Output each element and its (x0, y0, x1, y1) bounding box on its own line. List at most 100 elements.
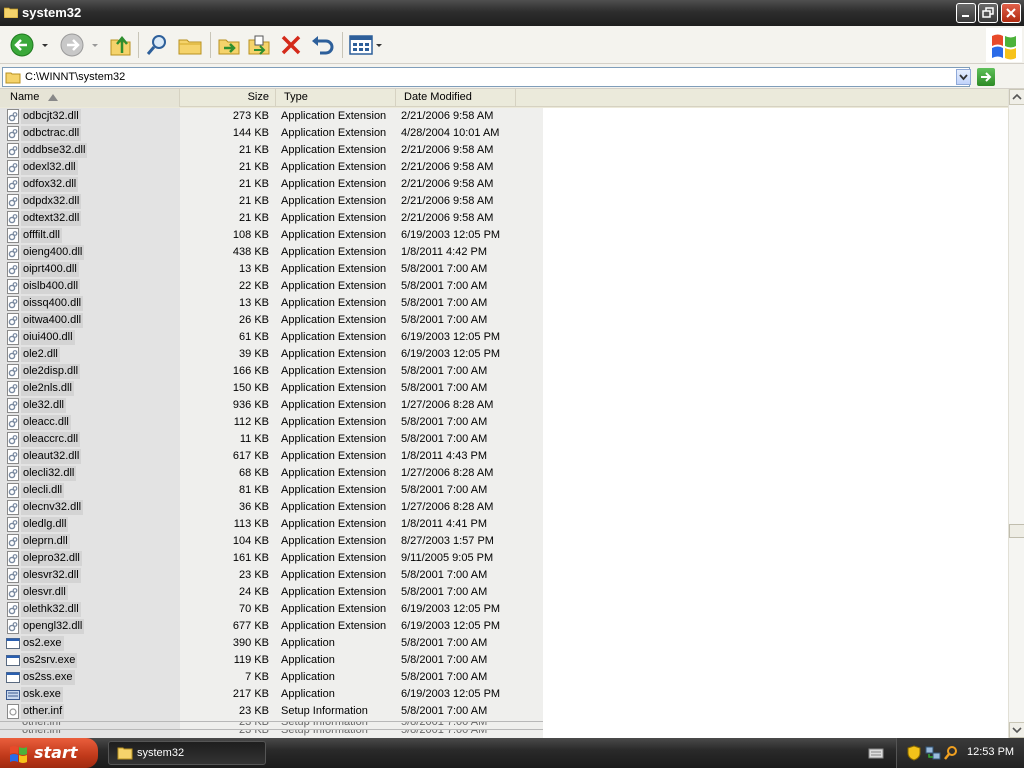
file-row[interactable]: odexl32.dll 21 KB Application Extension 2/2… (0, 159, 543, 176)
file-size: 24 KB (239, 586, 269, 598)
address-input[interactable]: C:\WINNT\system32 (2, 67, 971, 87)
file-row[interactable]: oleacc.dll 112 KB Application Extension 5/8… (0, 414, 543, 431)
file-row[interactable]: odpdx32.dll 21 KB Application Extension 2/2… (0, 193, 543, 210)
file-row[interactable]: odbctrac.dll 144 KB Application Extension 4… (0, 125, 543, 142)
file-row[interactable]: os2.exe 390 KB Application 5/8/2001 7:00 AM (0, 635, 543, 652)
file-row[interactable]: olecli.dll 81 KB Application Extension 5/8/… (0, 482, 543, 499)
restore-button[interactable] (978, 3, 998, 23)
file-row[interactable]: oieng400.dll 438 KB Application Extension 1… (0, 244, 543, 261)
file-type: Setup Information (281, 705, 368, 717)
delete-button[interactable] (278, 31, 304, 59)
file-row[interactable]: olecnv32.dll 36 KB Application Extension 1/… (0, 499, 543, 516)
back-button[interactable] (8, 31, 50, 59)
file-date: 5/8/2001 7:00 AM (401, 280, 488, 292)
file-row[interactable]: offfilt.dll 108 KB Application Extension 6/… (0, 227, 543, 244)
chevron-up-icon (1012, 93, 1022, 100)
file-row[interactable]: os2ss.exe 7 KB Application 5/8/2001 7:00 AM (0, 669, 543, 686)
network-icon[interactable] (925, 745, 941, 761)
scroll-down-button[interactable] (1009, 722, 1024, 738)
file-list[interactable]: odbcjt32.dll 273 KB Application Extension 2… (0, 108, 1008, 738)
partial-file-row[interactable]: other.inf 23 KB Setup Information 5/8/2001 … (0, 730, 543, 738)
file-date: 1/8/2011 4:41 PM (401, 518, 488, 530)
windows-flag-icon (10, 746, 27, 763)
file-row[interactable]: ole2.dll 39 KB Application Extension 6/19/2… (0, 346, 543, 363)
toolbar (0, 26, 1024, 64)
file-row[interactable]: olesvr.dll 24 KB Application Extension 5/8/… (0, 584, 543, 601)
file-date: 2/21/2006 9:58 AM (401, 212, 494, 224)
column-header-label: Name (10, 91, 40, 103)
file-row[interactable]: odfox32.dll 21 KB Application Extension 2/2… (0, 176, 543, 193)
file-size: 677 KB (232, 620, 269, 632)
minimize-icon (962, 15, 969, 17)
dll-icon (6, 398, 20, 413)
file-row[interactable]: oiprt400.dll 13 KB Application Extension 5/… (0, 261, 543, 278)
toolbar-separator (210, 32, 211, 58)
file-row[interactable]: os2srv.exe 119 KB Application 5/8/2001 7:00… (0, 652, 543, 669)
file-row[interactable]: olecli32.dll 68 KB Application Extension 1/… (0, 465, 543, 482)
file-row[interactable]: oddbse32.dll 21 KB Application Extension 2/… (0, 142, 543, 159)
file-row[interactable]: oleaccrc.dll 11 KB Application Extension 5/… (0, 431, 543, 448)
column-header-size[interactable]: Size (180, 89, 276, 107)
file-type: Application Extension (281, 280, 387, 292)
file-type: Application Extension (281, 263, 387, 275)
file-size: 166 KB (232, 365, 269, 377)
file-row[interactable]: oleaut32.dll 617 KB Application Extension 1… (0, 448, 543, 465)
file-name: oddbse32.dll (21, 143, 88, 158)
scroll-up-button[interactable] (1009, 89, 1024, 105)
file-row[interactable]: olethk32.dll 70 KB Application Extension 6/… (0, 601, 543, 618)
column-header-date[interactable]: Date Modified (396, 89, 516, 107)
folders-icon (178, 39, 202, 55)
forward-button[interactable] (58, 31, 100, 59)
search-icon[interactable] (943, 745, 959, 761)
security-shield-icon[interactable] (907, 745, 921, 761)
file-row[interactable]: olesvr32.dll 23 KB Application Extension 5/… (0, 567, 543, 584)
file-row[interactable]: oleprn.dll 104 KB Application Extension 8/2… (0, 533, 543, 550)
address-dropdown-button[interactable] (956, 69, 971, 85)
scroll-thumb[interactable] (1009, 524, 1024, 538)
file-type: Application Extension (281, 161, 387, 173)
file-type: Application Extension (281, 212, 387, 224)
up-folder-icon (110, 36, 131, 56)
minimize-button[interactable] (956, 3, 976, 23)
file-row[interactable]: ole2nls.dll 150 KB Application Extension 5/… (0, 380, 543, 397)
file-row[interactable]: oissq400.dll 13 KB Application Extension 5/… (0, 295, 543, 312)
views-button[interactable] (348, 31, 384, 59)
windows-logo (986, 28, 1022, 62)
file-row[interactable]: opengl32.dll 677 KB Application Extension 6… (0, 618, 543, 635)
file-row[interactable]: ole2disp.dll 166 KB Application Extension 5… (0, 363, 543, 380)
file-name: offfilt.dll (21, 228, 62, 243)
file-date: 2/21/2006 9:58 AM (401, 161, 494, 173)
file-row[interactable]: odbcjt32.dll 273 KB Application Extension 2… (0, 108, 543, 125)
title-bar[interactable]: system32 (0, 0, 1024, 26)
search-button[interactable] (144, 31, 170, 59)
file-name: os2.exe (21, 636, 64, 651)
file-row[interactable]: ole32.dll 936 KB Application Extension 1/27… (0, 397, 543, 414)
file-row[interactable]: odtext32.dll 21 KB Application Extension 2/… (0, 210, 543, 227)
file-row[interactable]: oiui400.dll 61 KB Application Extension 6/1… (0, 329, 543, 346)
keyboard-icon[interactable] (868, 747, 884, 759)
up-folder-button[interactable] (108, 31, 134, 59)
file-row[interactable]: olepro32.dll 161 KB Application Extension 9… (0, 550, 543, 567)
vertical-scrollbar[interactable] (1008, 89, 1024, 738)
column-header-type[interactable]: Type (276, 89, 396, 107)
file-row[interactable]: oislb400.dll 22 KB Application Extension 5/… (0, 278, 543, 295)
undo-button[interactable] (310, 31, 336, 59)
file-type: Application Extension (281, 229, 387, 241)
file-row[interactable]: other.inf 23 KB Setup Information 5/8/2001 … (0, 703, 543, 720)
file-row[interactable]: oitwa400.dll 26 KB Application Extension 5/… (0, 312, 543, 329)
close-button[interactable] (1001, 3, 1021, 23)
column-header-name[interactable]: Name (0, 89, 180, 107)
start-button[interactable]: start (0, 738, 98, 768)
folders-button[interactable] (176, 31, 204, 59)
move-to-button[interactable] (216, 31, 242, 59)
file-size: 161 KB (232, 552, 269, 564)
taskbar-item-system32[interactable]: system32 (108, 741, 266, 765)
file-type: Application Extension (281, 178, 387, 190)
file-row[interactable]: oledlg.dll 113 KB Application Extension 1/8… (0, 516, 543, 533)
file-size: 112 KB (233, 416, 269, 428)
file-row[interactable]: osk.exe 217 KB Application 6/19/2003 12:05 … (0, 686, 543, 703)
copy-to-button[interactable] (246, 31, 272, 59)
go-button[interactable] (977, 68, 995, 86)
dll-icon (6, 160, 20, 175)
file-date: 5/8/2001 7:00 AM (401, 671, 488, 683)
